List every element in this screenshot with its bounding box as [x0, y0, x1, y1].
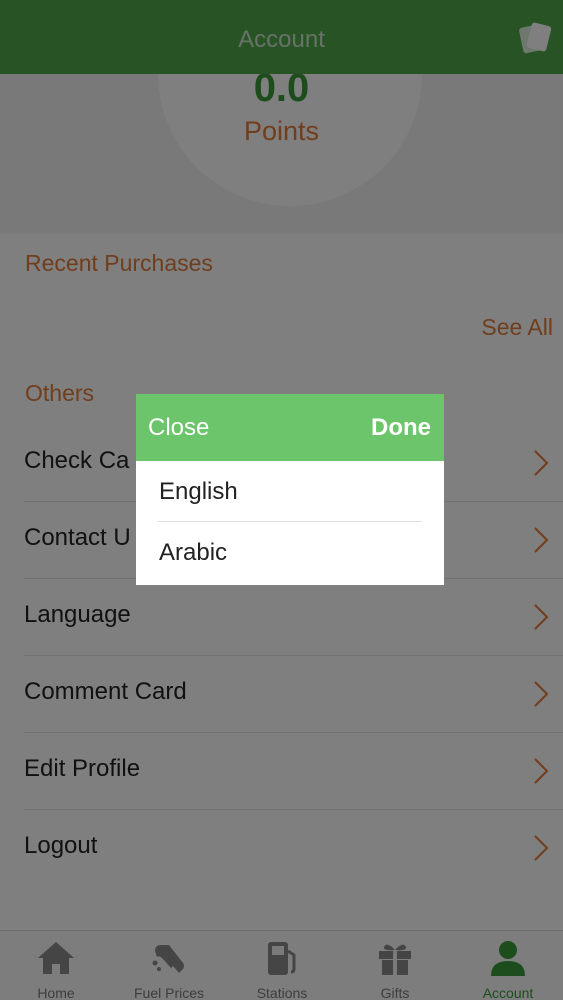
option-label: English: [159, 478, 238, 505]
close-button[interactable]: Close: [148, 414, 209, 442]
option-label: Arabic: [159, 539, 228, 566]
language-option-english[interactable]: English: [136, 461, 444, 522]
picker-toolbar: Close Done: [136, 394, 444, 461]
language-picker: Close Done English Arabic: [136, 394, 444, 585]
done-button[interactable]: Done: [371, 414, 431, 442]
language-option-arabic[interactable]: Arabic: [136, 522, 444, 583]
